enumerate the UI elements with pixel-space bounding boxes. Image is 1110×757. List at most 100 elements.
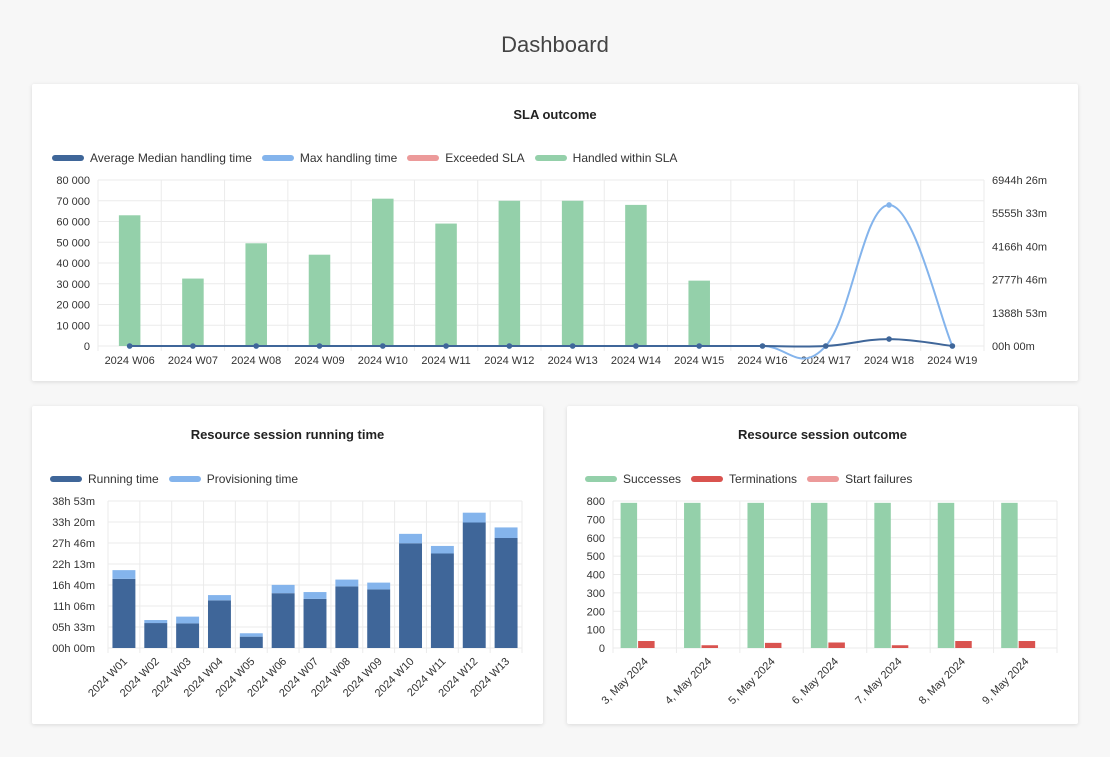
bar-handled-within-sla	[118, 215, 141, 346]
bar-running-time	[176, 623, 200, 648]
y-axis-tick-label: 10 000	[56, 320, 90, 332]
point-average-median-handling-time	[443, 343, 449, 349]
point-average-median-handling-time	[379, 343, 386, 349]
bar-provisioning-time	[112, 570, 136, 579]
point-average-median-handling-time	[569, 343, 576, 349]
point-average-median-handling-time	[633, 343, 639, 349]
y-axis-tick-label: 00h 00m	[52, 643, 95, 655]
bar-running-time	[335, 586, 359, 648]
x-axis-tick-label: 2024 W11	[421, 355, 470, 367]
bar-successes	[684, 502, 701, 648]
bar-terminations	[1018, 641, 1036, 648]
y-axis-tick-label: 600	[587, 533, 605, 545]
bar-running-time	[112, 578, 136, 648]
page-title: Dashboard	[501, 32, 609, 57]
bar-terminations	[701, 645, 719, 648]
bar-successes	[874, 502, 891, 648]
y-axis-tick-label: 400	[587, 570, 605, 582]
bar-running-time	[207, 600, 231, 648]
point-average-median-handling-time	[696, 343, 703, 349]
point-max-handling-time	[886, 202, 892, 208]
bar-running-time	[399, 543, 423, 648]
bar-handled-within-sla	[308, 254, 331, 346]
x-axis-tick-label: 2024 W10	[358, 355, 408, 367]
bar-running-time	[271, 593, 295, 648]
y-axis-tick-label: 500	[587, 551, 605, 563]
x-axis-tick-label: 2024 W15	[674, 355, 724, 367]
bar-running-time	[239, 636, 263, 648]
bar-provisioning-time	[494, 527, 518, 539]
bar-provisioning-time	[303, 592, 327, 599]
bar-provisioning-time	[239, 633, 263, 637]
x-axis-tick-label: 9, May 2024	[980, 656, 1031, 707]
bar-terminations	[638, 641, 655, 648]
bar-running-time	[303, 598, 327, 648]
x-axis-tick-label: 8, May 2024	[917, 656, 968, 707]
bar-handled-within-sla	[245, 243, 267, 346]
bar-handled-within-sla	[372, 198, 394, 346]
x-axis-tick-label: 3, May 2024	[600, 656, 651, 707]
y2-axis-tick-label: 2777h 46m	[992, 275, 1047, 287]
y2-axis-tick-label: 4166h 40m	[992, 241, 1047, 253]
bar-provisioning-time	[399, 533, 423, 544]
point-average-median-handling-time	[316, 343, 323, 349]
y-axis-tick-label: 30 000	[56, 279, 90, 291]
y-axis-tick-label: 40 000	[56, 258, 90, 270]
x-axis-tick-label: 2024 W08	[231, 355, 281, 367]
y-axis-tick-label: 11h 06m	[53, 601, 95, 613]
x-axis-tick-label: 2024 W13	[548, 355, 598, 367]
bar-terminations	[828, 642, 845, 648]
y-axis-tick-label: 70 000	[56, 196, 90, 208]
y-axis-tick-label: 60 000	[56, 217, 90, 229]
point-average-median-handling-time	[886, 336, 892, 342]
point-average-median-handling-time	[506, 343, 513, 349]
bar-provisioning-time	[335, 579, 359, 587]
y-axis-tick-label: 27h 46m	[52, 538, 95, 550]
bar-provisioning-time	[207, 595, 231, 601]
bar-running-time	[462, 522, 486, 648]
bar-handled-within-sla	[435, 223, 457, 346]
y-axis-tick-label: 05h 33m	[52, 622, 95, 634]
bar-handled-within-sla	[182, 278, 204, 346]
x-axis-tick-label: 2024 W12	[484, 355, 534, 367]
bar-provisioning-time	[367, 582, 391, 590]
bar-handled-within-sla	[625, 204, 647, 346]
y-axis-tick-label: 700	[587, 514, 605, 526]
y-axis-tick-label: 200	[587, 606, 605, 618]
bar-provisioning-time	[176, 616, 200, 624]
bar-successes	[1001, 502, 1018, 648]
running-time-chart: 38h 53m 33h 20m 27h 46m 22h 13m 16h 40m 11h 0…	[52, 496, 523, 700]
y-axis-tick-label: 0	[84, 341, 90, 353]
bar-successes	[747, 502, 764, 648]
x-axis-tick-label: 2024 W14	[611, 355, 661, 367]
x-axis-tick-label: 2024 W18	[864, 355, 914, 367]
sla-outcome-chart: 80 000 70 000 60 000 50 000 40 000 30 000 20 0…	[56, 175, 1047, 367]
x-axis-tick-label: 2024 W06	[105, 355, 155, 367]
bar-running-time	[144, 623, 168, 648]
y-axis-tick-label: 300	[587, 588, 605, 600]
y2-axis-tick-label: 5555h 33m	[992, 208, 1047, 220]
y2-axis-tick-label: 6944h 26m	[992, 175, 1047, 187]
bar-successes	[810, 502, 828, 648]
bar-successes	[937, 502, 955, 648]
x-axis-tick-label: 6, May 2024	[790, 656, 841, 707]
y2-axis-tick-label: 00h 00m	[992, 341, 1035, 353]
y2-axis-tick-label: 1388h 53m	[992, 308, 1047, 320]
bar-handled-within-sla	[688, 280, 710, 346]
y-axis-tick-label: 50 000	[56, 237, 90, 249]
point-average-median-handling-time	[190, 343, 196, 349]
y-axis-tick-label: 38h 53m	[52, 496, 95, 508]
bar-terminations	[891, 645, 909, 648]
bar-provisioning-time	[462, 512, 486, 523]
x-axis-tick-label: 4, May 2024	[663, 656, 714, 707]
bar-successes	[620, 502, 638, 648]
bar-running-time	[494, 538, 518, 648]
y-axis-tick-label: 16h 40m	[52, 580, 95, 592]
bar-terminations	[764, 642, 782, 648]
y-axis-tick-label: 800	[587, 496, 605, 508]
bar-running-time	[367, 589, 391, 648]
running-time-card: Resource session running time Running ti…	[32, 406, 543, 724]
bar-provisioning-time	[271, 584, 295, 594]
x-axis-tick-label: 2024 W17	[801, 355, 851, 367]
y-axis-tick-label: 100	[587, 625, 605, 637]
